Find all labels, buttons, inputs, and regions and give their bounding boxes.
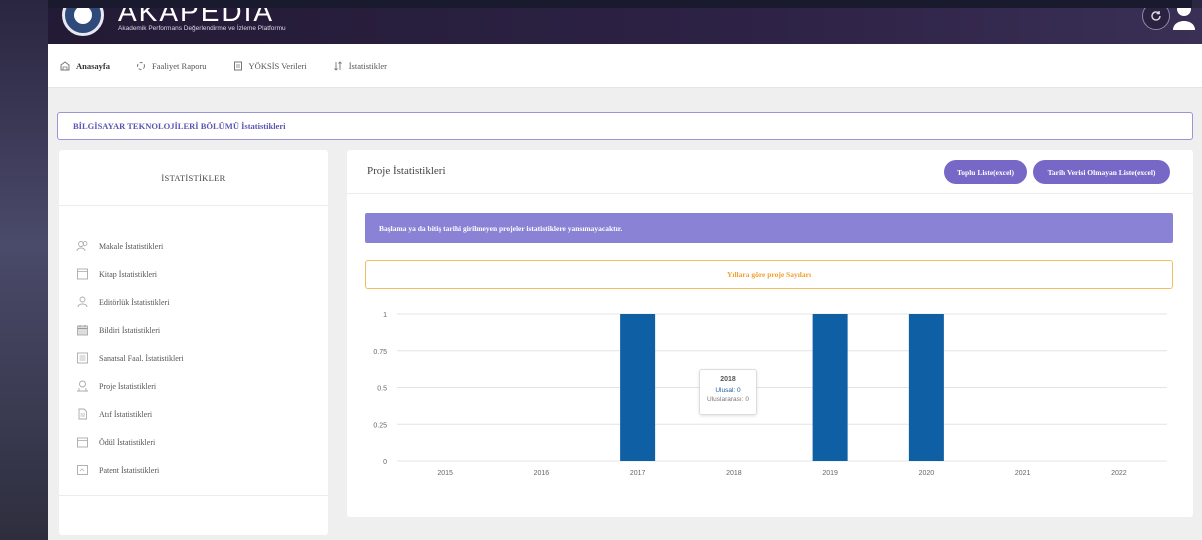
bar-chart: 0 0.25 0.5 0.75 1 2015 2016 2017 2018 2019 2020 202… [373, 312, 1167, 477]
file-icon [76, 408, 89, 420]
y-tick-label: 0.75 [373, 349, 387, 356]
sidebar-item-proje[interactable]: Proje İstatistikleri [59, 372, 328, 400]
sidebar-list: Makale İstatistikleri Kitap İstatistikle… [59, 206, 328, 484]
x-tick-label: 2019 [822, 470, 838, 477]
sidebar-divider [59, 495, 328, 496]
sidebar-item-label: Editörlük İstatistikleri [99, 297, 170, 307]
project-icon [76, 380, 89, 392]
users-icon [76, 240, 89, 252]
nav-anasayfa[interactable]: Anasayfa [60, 61, 110, 71]
navbar: Anasayfa Faaliyet Raporu YÖKSİS Verileri… [48, 44, 1202, 88]
bar-2019[interactable] [812, 314, 848, 461]
page-title: Proje İstatistikleri [367, 165, 446, 177]
nav-label: YÖKSİS Verileri [248, 60, 307, 71]
x-tick-label: 2022 [1111, 470, 1127, 477]
chart-heading: Yıllara göre proje Sayıları [365, 260, 1173, 289]
x-tick-label: 2021 [1015, 470, 1031, 477]
bar-2017[interactable] [620, 314, 656, 461]
sidebar-item-label: Bildiri İstatistikleri [99, 325, 161, 335]
y-tick-label: 1 [383, 312, 387, 319]
sidebar-item-label: Sanatsal Faal. İstatistikleri [99, 353, 184, 363]
bar-2020[interactable] [908, 314, 944, 461]
background-left [0, 0, 48, 540]
nav-label: İstatistikler [348, 60, 387, 71]
tooltip-international: Uluslararası: 0 [707, 396, 749, 403]
chart-tooltip: 2018 Ulusal: 0 Uluslararası: 0 [699, 369, 757, 415]
book-icon [76, 268, 89, 280]
sidebar-item-label: Makale İstatistikleri [99, 241, 164, 251]
sidebar-item-label: Atıf İstatistikleri [99, 409, 153, 419]
document-icon [233, 61, 243, 71]
topbar: AKAPEDIA Akademik Performans Değerlendir… [48, 8, 1202, 44]
x-tick-label: 2017 [630, 470, 646, 477]
y-tick-label: 0 [383, 459, 387, 466]
info-alert: Başlama ya da bitiş tarihi girilmeyen pr… [365, 213, 1173, 243]
nav-yoksis-verileri[interactable]: YÖKSİS Verileri [233, 61, 307, 71]
breadcrumb: BİLGİSAYAR TEKNOLOJİLERİ BÖLÜMÜ İstatist… [57, 112, 1193, 140]
nav-label: Faaliyet Raporu [152, 60, 207, 71]
nav-label: Anasayfa [76, 60, 111, 71]
user-icon [76, 296, 89, 308]
y-tick-label: 0.25 [373, 422, 387, 429]
export-nodate-button[interactable]: Tarih Verisi Olmayan Liste(excel) [1033, 160, 1170, 184]
sort-icon [333, 60, 343, 71]
home-icon [60, 60, 70, 71]
sidebar-item-sanatsal[interactable]: Sanatsal Faal. İstatistikleri [59, 344, 328, 372]
list-icon [76, 352, 89, 364]
main-header: Proje İstatistikleri Toplu Liste(excel) … [347, 150, 1193, 194]
x-tick-label: 2016 [534, 470, 550, 477]
sidebar-item-label: Ödül İstatistikleri [99, 437, 156, 447]
sidebar-item-label: Kitap İstatistikleri [99, 269, 157, 279]
y-tick-label: 0.5 [377, 386, 387, 393]
sidebar-item-kitap[interactable]: Kitap İstatistikleri [59, 260, 328, 288]
x-tick-label: 2018 [726, 470, 742, 477]
nav-istatistikler[interactable]: İstatistikler [333, 61, 387, 71]
x-tick-label: 2020 [919, 470, 935, 477]
user-menu-icon[interactable] [1172, 8, 1196, 30]
sidebar: İSTATİSTİKLER Makale İstatistikleri Kita… [59, 150, 328, 535]
main-panel: Proje İstatistikleri Toplu Liste(excel) … [347, 150, 1193, 517]
sidebar-item-bildiri[interactable]: Bildiri İstatistikleri [59, 316, 328, 344]
sidebar-title: İSTATİSTİKLER [59, 150, 328, 206]
nav-faaliyet-raporu[interactable]: Faaliyet Raporu [136, 61, 207, 71]
sidebar-item-label: Proje İstatistikleri [99, 381, 157, 391]
sidebar-item-makale[interactable]: Makale İstatistikleri [59, 232, 328, 260]
calendar-icon [76, 324, 89, 336]
tooltip-year: 2018 [720, 376, 736, 383]
notification-button[interactable] [1142, 8, 1170, 30]
logo-subtitle: Akademik Performans Değerlendirme ve İzl… [118, 25, 286, 32]
x-tick-label: 2015 [437, 470, 453, 477]
export-all-button[interactable]: Toplu Liste(excel) [944, 160, 1027, 184]
page: AKAPEDIA Akademik Performans Değerlendir… [48, 8, 1202, 540]
tooltip-national: Ulusal: 0 [715, 387, 741, 394]
patent-icon [76, 464, 89, 476]
refresh-icon [1151, 10, 1161, 21]
sidebar-item-atif[interactable]: Atıf İstatistikleri [59, 400, 328, 428]
sidebar-item-label: Patent İstatistikleri [99, 465, 160, 475]
spinner-icon [136, 61, 146, 71]
sidebar-item-odul[interactable]: Ödül İstatistikleri [59, 428, 328, 456]
sidebar-item-patent[interactable]: Patent İstatistikleri [59, 456, 328, 484]
folder-icon [76, 436, 89, 448]
logo-icon[interactable] [62, 8, 104, 36]
sidebar-item-editorluk[interactable]: Editörlük İstatistikleri [59, 288, 328, 316]
